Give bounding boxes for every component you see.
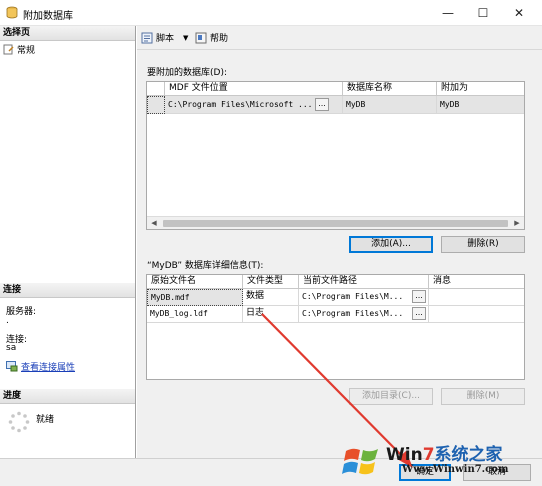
chevron-down-icon[interactable]: ▼ <box>183 34 188 42</box>
main-pane: 脚本 ▼ 帮助 要附加的数据库(D): MDF 文件位置 数据库名称 附加为 所… <box>137 26 542 458</box>
maximize-icon: ☐ <box>477 6 489 20</box>
scroll-left-icon[interactable]: ◀ <box>148 218 160 229</box>
column-header-current-path[interactable]: 当前文件路径 <box>299 275 429 289</box>
attach-databases-label: 要附加的数据库(D): <box>147 68 227 78</box>
cell-original-file[interactable]: MyDB.mdf <box>147 289 243 306</box>
cell-attach-as[interactable]: MyDB <box>437 96 524 114</box>
column-header-message[interactable]: 消息 <box>429 275 524 289</box>
cell-original-file[interactable]: MyDB_log.ldf <box>147 306 243 323</box>
toolbar: 脚本 ▼ 帮助 <box>137 26 542 50</box>
add-catalog-button[interactable]: 添加目录(C)... <box>349 388 433 405</box>
maximize-button[interactable]: ☐ <box>466 0 500 26</box>
cell-current-path[interactable]: C:\Program Files\M... <box>299 306 429 323</box>
window-title: 附加数据库 <box>23 11 73 22</box>
close-icon: ✕ <box>513 6 525 20</box>
watermark-title: Win7系统之家 <box>386 445 503 465</box>
scroll-thumb[interactable] <box>163 220 508 227</box>
page-item-label: 常规 <box>17 46 36 56</box>
progress-header: 进度 <box>0 389 135 404</box>
scroll-right-icon[interactable]: ▶ <box>511 218 523 229</box>
cell-message <box>429 289 524 306</box>
database-details-grid[interactable]: 原始文件名 文件类型 当前文件路径 消息 MyDB.mdf 数据 C:\Prog… <box>146 274 525 380</box>
general-page-icon <box>3 44 14 55</box>
script-button[interactable]: 脚本 ▼ <box>141 31 188 44</box>
windows-flag-icon <box>342 448 378 475</box>
horizontal-scrollbar[interactable]: ◀ ▶ <box>147 216 524 229</box>
database-icon <box>6 6 18 19</box>
column-header-file-type[interactable]: 文件类型 <box>243 275 299 289</box>
view-connection-link[interactable]: 查看连接属性 <box>21 360 75 373</box>
close-button[interactable]: ✕ <box>502 0 536 26</box>
connection-header: 连接 <box>0 283 135 298</box>
server-label: 服务器: <box>6 307 37 317</box>
select-page-header: 选择页 <box>0 26 135 41</box>
server-value: . <box>6 316 9 326</box>
view-connection-properties[interactable]: 查看连接属性 <box>6 360 75 373</box>
browse-mdf-button[interactable]: ... <box>315 98 329 111</box>
database-details-label: “MyDB” 数据库详细信息(T): <box>147 261 264 271</box>
connection-value: sa <box>6 343 17 353</box>
watermark-url: Www.Winwin7.com <box>402 464 509 475</box>
browse-path-button[interactable]: ... <box>412 290 426 303</box>
column-header-dbname[interactable]: 数据库名称 <box>343 82 437 96</box>
help-label: 帮助 <box>210 34 229 44</box>
column-header-original-file[interactable]: 原始文件名 <box>147 275 243 289</box>
browse-path-button[interactable]: ... <box>412 307 426 320</box>
row-selector[interactable] <box>147 96 165 114</box>
connection-properties-icon <box>6 361 18 372</box>
script-label: 脚本 <box>156 34 175 44</box>
cell-current-path[interactable]: C:\Program Files\M... <box>299 289 429 306</box>
progress-status: 就绪 <box>36 415 55 425</box>
remove-file-button[interactable]: 删除(M) <box>441 388 525 405</box>
column-header-attach-as[interactable]: 附加为 <box>437 82 524 96</box>
column-header-mdf[interactable]: MDF 文件位置 <box>165 82 343 96</box>
title-bar: 附加数据库 — ☐ ✕ <box>0 0 542 26</box>
left-pane: 选择页 常规 连接 服务器: . 连接: sa 查看连接属性 进度 就绪 <box>0 26 136 458</box>
watermark-logo: Win7系统之家 Www.Winwin7.com <box>342 435 542 486</box>
cell-dbname[interactable]: MyDB <box>343 96 437 114</box>
help-button[interactable]: 帮助 <box>195 31 228 44</box>
script-icon <box>141 32 153 43</box>
progress-spinner-icon <box>8 411 30 433</box>
page-item-general[interactable]: 常规 <box>3 43 35 56</box>
grid-corner <box>147 82 165 96</box>
help-icon <box>195 32 207 43</box>
remove-database-button[interactable]: 删除(R) <box>441 236 525 253</box>
add-database-button[interactable]: 添加(A)... <box>349 236 433 253</box>
minimize-button[interactable]: — <box>431 0 465 26</box>
cell-message <box>429 306 524 323</box>
attach-databases-grid[interactable]: MDF 文件位置 数据库名称 附加为 所 C:\Program Files\Mi… <box>146 81 525 230</box>
cell-file-type[interactable]: 数据 <box>243 289 299 306</box>
cell-file-type[interactable]: 日志 <box>243 306 299 323</box>
minimize-icon: — <box>442 6 454 20</box>
